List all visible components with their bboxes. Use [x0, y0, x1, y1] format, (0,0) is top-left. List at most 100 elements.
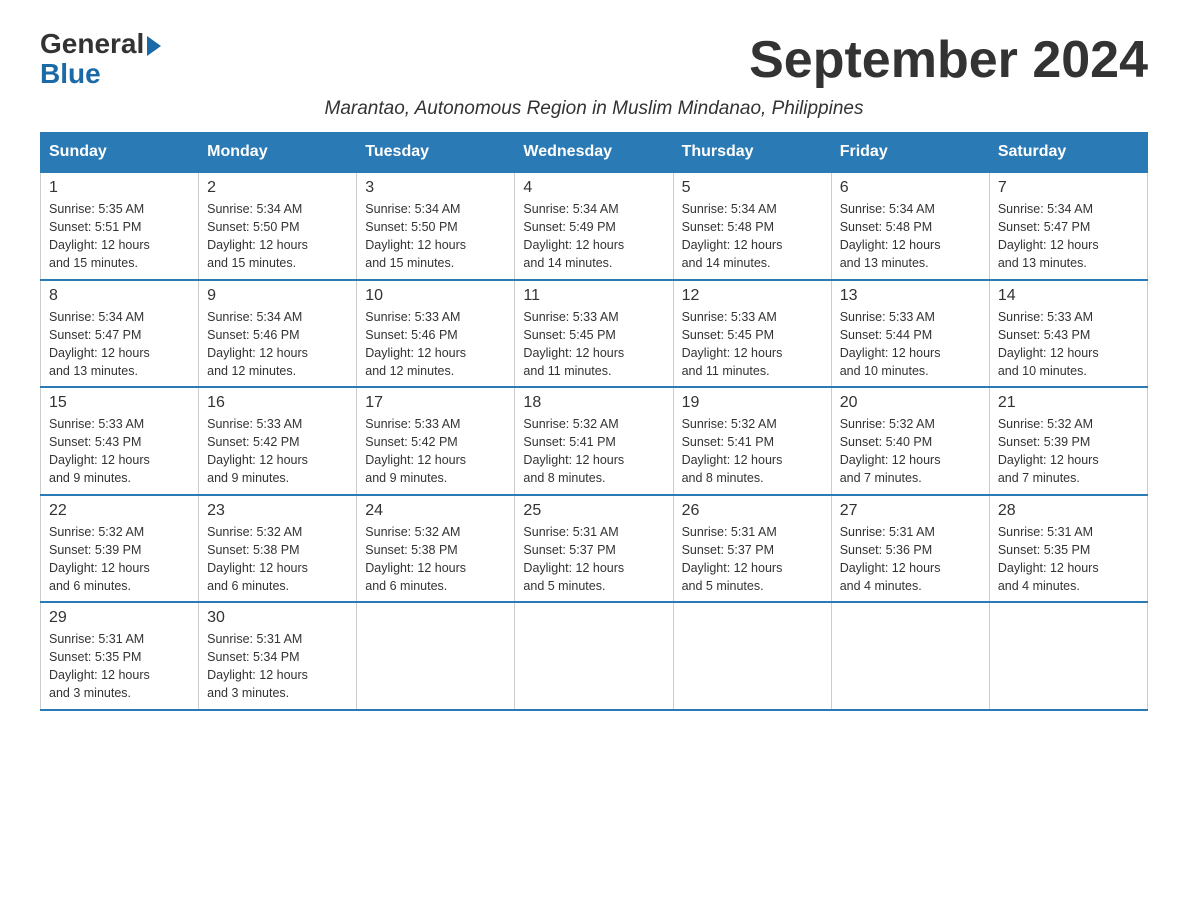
day-info: Sunrise: 5:33 AMSunset: 5:42 PMDaylight:…: [365, 417, 466, 485]
calendar-cell: 13Sunrise: 5:33 AMSunset: 5:44 PMDayligh…: [831, 280, 989, 388]
day-info: Sunrise: 5:32 AMSunset: 5:38 PMDaylight:…: [365, 525, 466, 593]
day-number: 25: [523, 502, 664, 520]
calendar-cell: 22 Sunrise: 5:32 AMSunset: 5:39 PMDayligh…: [41, 495, 199, 603]
week-row-2: 8 Sunrise: 5:34 AMSunset: 5:47 PMDaylight…: [41, 280, 1148, 388]
day-info: Sunrise: 5:33 AMSunset: 5:45 PMDaylight:…: [682, 310, 783, 378]
calendar-cell: 24 Sunrise: 5:32 AMSunset: 5:38 PMDayligh…: [357, 495, 515, 603]
calendar-cell: 26 Sunrise: 5:31 AMSunset: 5:37 PMDayligh…: [673, 495, 831, 603]
day-number: 10: [365, 287, 506, 305]
calendar-cell: 30 Sunrise: 5:31 AMSunset: 5:34 PMDayligh…: [199, 602, 357, 710]
calendar-table: SundayMondayTuesdayWednesdayThursdayFrid…: [40, 132, 1148, 711]
calendar-cell: 10 Sunrise: 5:33 AMSunset: 5:46 PMDayligh…: [357, 280, 515, 388]
calendar-cell: 19 Sunrise: 5:32 AMSunset: 5:41 PMDayligh…: [673, 387, 831, 495]
month-title: September 2024: [749, 30, 1148, 90]
day-info: Sunrise: 5:35 AMSunset: 5:51 PMDaylight:…: [49, 202, 150, 270]
calendar-cell: 25 Sunrise: 5:31 AMSunset: 5:37 PMDayligh…: [515, 495, 673, 603]
week-row-1: 1 Sunrise: 5:35 AMSunset: 5:51 PMDaylight…: [41, 172, 1148, 280]
day-number: 12: [682, 287, 823, 305]
calendar-cell: [357, 602, 515, 710]
day-number: 20: [840, 394, 981, 412]
col-header-tuesday: Tuesday: [357, 133, 515, 173]
day-number: 6: [840, 179, 981, 197]
day-info: Sunrise: 5:34 AMSunset: 5:49 PMDaylight:…: [523, 202, 624, 270]
calendar-cell: 14 Sunrise: 5:33 AMSunset: 5:43 PMDayligh…: [989, 280, 1147, 388]
calendar-cell: 4Sunrise: 5:34 AMSunset: 5:49 PMDaylight…: [515, 172, 673, 280]
day-info: Sunrise: 5:34 AMSunset: 5:50 PMDaylight:…: [365, 202, 466, 270]
day-number: 24: [365, 502, 506, 520]
day-info: Sunrise: 5:31 AMSunset: 5:36 PMDaylight:…: [840, 525, 941, 593]
day-number: 1: [49, 179, 190, 197]
day-info: Sunrise: 5:32 AMSunset: 5:38 PMDaylight:…: [207, 525, 308, 593]
week-row-5: 29Sunrise: 5:31 AMSunset: 5:35 PMDayligh…: [41, 602, 1148, 710]
calendar-cell: [831, 602, 989, 710]
calendar-cell: 20 Sunrise: 5:32 AMSunset: 5:40 PMDayligh…: [831, 387, 989, 495]
day-number: 21: [998, 394, 1139, 412]
logo-line2: Blue: [40, 60, 101, 88]
day-number: 18: [523, 394, 664, 412]
day-info: Sunrise: 5:34 AMSunset: 5:47 PMDaylight:…: [998, 202, 1099, 270]
day-info: Sunrise: 5:32 AMSunset: 5:40 PMDaylight:…: [840, 417, 941, 485]
day-info: Sunrise: 5:34 AMSunset: 5:47 PMDaylight:…: [49, 310, 150, 378]
day-info: Sunrise: 5:33 AMSunset: 5:43 PMDaylight:…: [998, 310, 1099, 378]
calendar-cell: 21 Sunrise: 5:32 AMSunset: 5:39 PMDayligh…: [989, 387, 1147, 495]
day-info: Sunrise: 5:33 AMSunset: 5:43 PMDaylight:…: [49, 417, 150, 485]
day-number: 15: [49, 394, 190, 412]
calendar-cell: 7 Sunrise: 5:34 AMSunset: 5:47 PMDaylight…: [989, 172, 1147, 280]
calendar-cell: 29Sunrise: 5:31 AMSunset: 5:35 PMDayligh…: [41, 602, 199, 710]
day-number: 5: [682, 179, 823, 197]
calendar-cell: 5Sunrise: 5:34 AMSunset: 5:48 PMDaylight…: [673, 172, 831, 280]
calendar-header-row: SundayMondayTuesdayWednesdayThursdayFrid…: [41, 133, 1148, 173]
day-number: 28: [998, 502, 1139, 520]
day-info: Sunrise: 5:31 AMSunset: 5:37 PMDaylight:…: [682, 525, 783, 593]
calendar-cell: 6 Sunrise: 5:34 AMSunset: 5:48 PMDaylight…: [831, 172, 989, 280]
day-number: 7: [998, 179, 1139, 197]
day-number: 17: [365, 394, 506, 412]
day-info: Sunrise: 5:33 AMSunset: 5:45 PMDaylight:…: [523, 310, 624, 378]
day-info: Sunrise: 5:32 AMSunset: 5:41 PMDaylight:…: [523, 417, 624, 485]
calendar-cell: 15 Sunrise: 5:33 AMSunset: 5:43 PMDayligh…: [41, 387, 199, 495]
day-info: Sunrise: 5:32 AMSunset: 5:39 PMDaylight:…: [49, 525, 150, 593]
day-info: Sunrise: 5:33 AMSunset: 5:44 PMDaylight:…: [840, 310, 941, 378]
day-number: 3: [365, 179, 506, 197]
calendar-cell: 9Sunrise: 5:34 AMSunset: 5:46 PMDaylight…: [199, 280, 357, 388]
day-info: Sunrise: 5:32 AMSunset: 5:39 PMDaylight:…: [998, 417, 1099, 485]
col-header-friday: Friday: [831, 133, 989, 173]
day-info: Sunrise: 5:33 AMSunset: 5:42 PMDaylight:…: [207, 417, 308, 485]
calendar-cell: 23Sunrise: 5:32 AMSunset: 5:38 PMDayligh…: [199, 495, 357, 603]
subtitle: Marantao, Autonomous Region in Muslim Mi…: [40, 98, 1148, 120]
calendar-cell: 27Sunrise: 5:31 AMSunset: 5:36 PMDayligh…: [831, 495, 989, 603]
day-info: Sunrise: 5:32 AMSunset: 5:41 PMDaylight:…: [682, 417, 783, 485]
page-header: General Blue September 2024: [40, 30, 1148, 90]
calendar-cell: 11 Sunrise: 5:33 AMSunset: 5:45 PMDayligh…: [515, 280, 673, 388]
day-info: Sunrise: 5:34 AMSunset: 5:46 PMDaylight:…: [207, 310, 308, 378]
calendar-cell: 17 Sunrise: 5:33 AMSunset: 5:42 PMDayligh…: [357, 387, 515, 495]
day-info: Sunrise: 5:31 AMSunset: 5:34 PMDaylight:…: [207, 632, 308, 700]
day-number: 30: [207, 609, 348, 627]
day-info: Sunrise: 5:31 AMSunset: 5:35 PMDaylight:…: [998, 525, 1099, 593]
calendar-cell: 12 Sunrise: 5:33 AMSunset: 5:45 PMDayligh…: [673, 280, 831, 388]
col-header-wednesday: Wednesday: [515, 133, 673, 173]
logo: General Blue: [40, 30, 161, 88]
calendar-cell: 1 Sunrise: 5:35 AMSunset: 5:51 PMDaylight…: [41, 172, 199, 280]
day-number: 26: [682, 502, 823, 520]
calendar-cell: 3 Sunrise: 5:34 AMSunset: 5:50 PMDaylight…: [357, 172, 515, 280]
day-number: 8: [49, 287, 190, 305]
day-number: 19: [682, 394, 823, 412]
day-info: Sunrise: 5:33 AMSunset: 5:46 PMDaylight:…: [365, 310, 466, 378]
day-number: 2: [207, 179, 348, 197]
day-info: Sunrise: 5:31 AMSunset: 5:37 PMDaylight:…: [523, 525, 624, 593]
day-number: 29: [49, 609, 190, 627]
day-number: 14: [998, 287, 1139, 305]
day-info: Sunrise: 5:34 AMSunset: 5:48 PMDaylight:…: [840, 202, 941, 270]
calendar-cell: 18 Sunrise: 5:32 AMSunset: 5:41 PMDayligh…: [515, 387, 673, 495]
col-header-saturday: Saturday: [989, 133, 1147, 173]
day-info: Sunrise: 5:34 AMSunset: 5:50 PMDaylight:…: [207, 202, 308, 270]
day-number: 16: [207, 394, 348, 412]
calendar-cell: [673, 602, 831, 710]
logo-line1: General: [40, 30, 161, 58]
day-number: 22: [49, 502, 190, 520]
calendar-cell: 28 Sunrise: 5:31 AMSunset: 5:35 PMDayligh…: [989, 495, 1147, 603]
day-number: 11: [523, 287, 664, 305]
week-row-3: 15 Sunrise: 5:33 AMSunset: 5:43 PMDayligh…: [41, 387, 1148, 495]
col-header-monday: Monday: [199, 133, 357, 173]
